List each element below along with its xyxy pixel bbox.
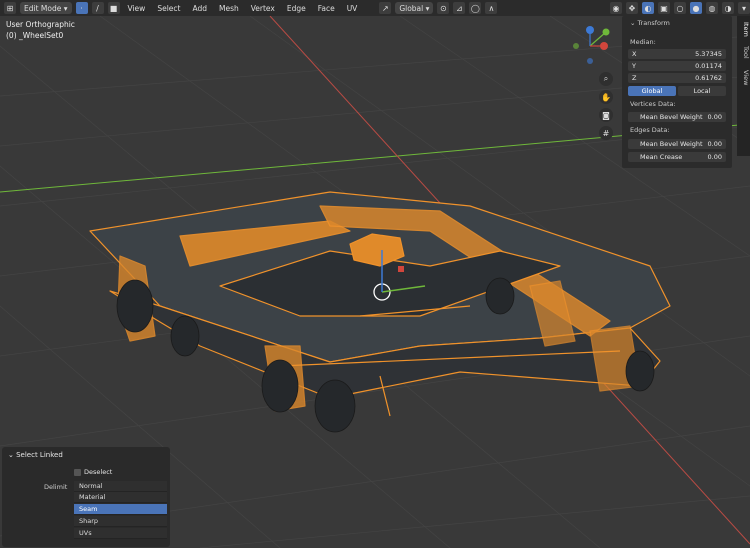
median-z-field[interactable]: Z 0.61762: [628, 73, 726, 83]
delimit-option-seam[interactable]: Seam: [74, 504, 167, 515]
menu-view[interactable]: View: [124, 4, 150, 13]
mean-crease-label: Mean Crease: [640, 153, 683, 161]
edges-data-label: Edges Data:: [630, 126, 670, 134]
visibility-icon[interactable]: ◉: [610, 2, 622, 14]
x-value: 5.37345: [695, 50, 722, 58]
pivot-icon[interactable]: ⊙: [437, 2, 450, 14]
falloff-icon[interactable]: ∧: [485, 2, 498, 14]
mean-crease-field[interactable]: Mean Crease 0.00: [628, 152, 726, 162]
edge-mean-bevel-weight-field[interactable]: Mean Bevel Weight 0.00: [628, 139, 726, 149]
delimit-option-sharp[interactable]: Sharp: [74, 516, 167, 527]
menu-mesh[interactable]: Mesh: [215, 4, 243, 13]
xray-icon[interactable]: ▣: [658, 2, 670, 14]
shading-wireframe-icon[interactable]: ○: [674, 2, 686, 14]
orientation-icon[interactable]: ↗: [379, 2, 392, 14]
vertex-mean-bevel-weight-label: Mean Bevel Weight: [640, 113, 703, 121]
snap-icon[interactable]: ⊿: [453, 2, 466, 14]
menu-edge[interactable]: Edge: [283, 4, 310, 13]
deselect-checkbox[interactable]: [74, 468, 81, 476]
vertex-mean-bevel-weight-value: 0.00: [707, 113, 722, 121]
transform-title: Transform: [637, 19, 670, 27]
menu-vertex[interactable]: Vertex: [247, 4, 279, 13]
shading-solid-icon[interactable]: ●: [690, 2, 702, 14]
y-label: Y: [632, 62, 636, 70]
chevron-down-icon: ⌄: [630, 19, 636, 27]
median-y-field[interactable]: Y 0.01174: [628, 61, 726, 71]
operator-title: Select Linked: [16, 451, 63, 459]
tab-item[interactable]: Item: [737, 22, 750, 37]
delimit-option-normal[interactable]: Normal: [74, 481, 167, 492]
chevron-down-icon: ⌄: [8, 451, 14, 459]
menu-add[interactable]: Add: [188, 4, 211, 13]
operator-panel: ⌄ Select Linked Deselect Delimit Normal …: [2, 447, 170, 547]
sidebar-item-panel: ⌄ Transform Median: X 5.37345 Y 0.01174 …: [622, 16, 732, 168]
mean-crease-value: 0.00: [707, 153, 722, 161]
operator-title-row[interactable]: ⌄ Select Linked: [8, 451, 63, 459]
proportional-edit-icon[interactable]: ◯: [469, 2, 482, 14]
vertex-mean-bevel-weight-field[interactable]: Mean Bevel Weight 0.00: [628, 112, 726, 122]
deselect-checkbox-row[interactable]: Deselect: [74, 468, 112, 476]
zoom-icon[interactable]: ⌕: [599, 72, 613, 86]
transform-orientation-dropdown[interactable]: Global ▾: [395, 2, 434, 14]
overlay-toggle-icon[interactable]: ◐: [642, 2, 654, 14]
face-select-icon[interactable]: ■: [107, 2, 120, 14]
y-value: 0.01174: [695, 62, 722, 70]
vertices-data-label: Vertices Data:: [630, 100, 676, 108]
global-toggle[interactable]: Global: [628, 86, 676, 96]
z-label: Z: [632, 74, 637, 82]
local-toggle[interactable]: Local: [678, 86, 726, 96]
edge-select-icon[interactable]: /: [91, 2, 104, 14]
vertex-select-icon[interactable]: ·: [75, 2, 88, 14]
edge-mean-bevel-weight-label: Mean Bevel Weight: [640, 140, 703, 148]
shading-material-icon[interactable]: ◍: [706, 2, 718, 14]
editor-type-icon[interactable]: ⊞: [4, 2, 16, 14]
tab-view[interactable]: View: [737, 70, 750, 85]
grid-view-icon[interactable]: #: [599, 126, 613, 140]
median-label: Median:: [630, 38, 656, 46]
mode-dropdown[interactable]: Edit Mode ▾: [20, 2, 72, 14]
menu-face[interactable]: Face: [314, 4, 339, 13]
median-x-field[interactable]: X 5.37345: [628, 49, 726, 59]
x-label: X: [632, 50, 637, 58]
shading-options-icon[interactable]: ▾: [738, 2, 750, 14]
gizmo-toggle-icon[interactable]: ✥: [626, 2, 638, 14]
viewport-header: ⊞ Edit Mode ▾ · / ■ View Select Add Mesh…: [0, 0, 750, 16]
sidebar-tabs: Item Tool View: [737, 16, 750, 156]
camera-icon[interactable]: ◙: [599, 108, 613, 122]
view-name: User Orthographic: [6, 20, 75, 29]
delimit-option-material[interactable]: Material: [74, 492, 167, 503]
mode-label: Edit Mode: [24, 3, 62, 13]
tab-tool[interactable]: Tool: [737, 46, 750, 59]
menu-uv[interactable]: UV: [343, 4, 362, 13]
deselect-label: Deselect: [84, 468, 113, 476]
shading-rendered-icon[interactable]: ◑: [722, 2, 734, 14]
delimit-label: Delimit: [44, 483, 68, 491]
transform-orientation-label: Global: [399, 3, 424, 13]
pan-hand-icon[interactable]: ✋: [599, 90, 613, 104]
menu-select[interactable]: Select: [153, 4, 184, 13]
delimit-option-uvs[interactable]: UVs: [74, 528, 167, 539]
object-name: (0) _WheelSet0: [6, 31, 64, 40]
transform-section-title[interactable]: ⌄ Transform: [630, 19, 670, 27]
z-value: 0.61762: [695, 74, 722, 82]
edge-mean-bevel-weight-value: 0.00: [707, 140, 722, 148]
